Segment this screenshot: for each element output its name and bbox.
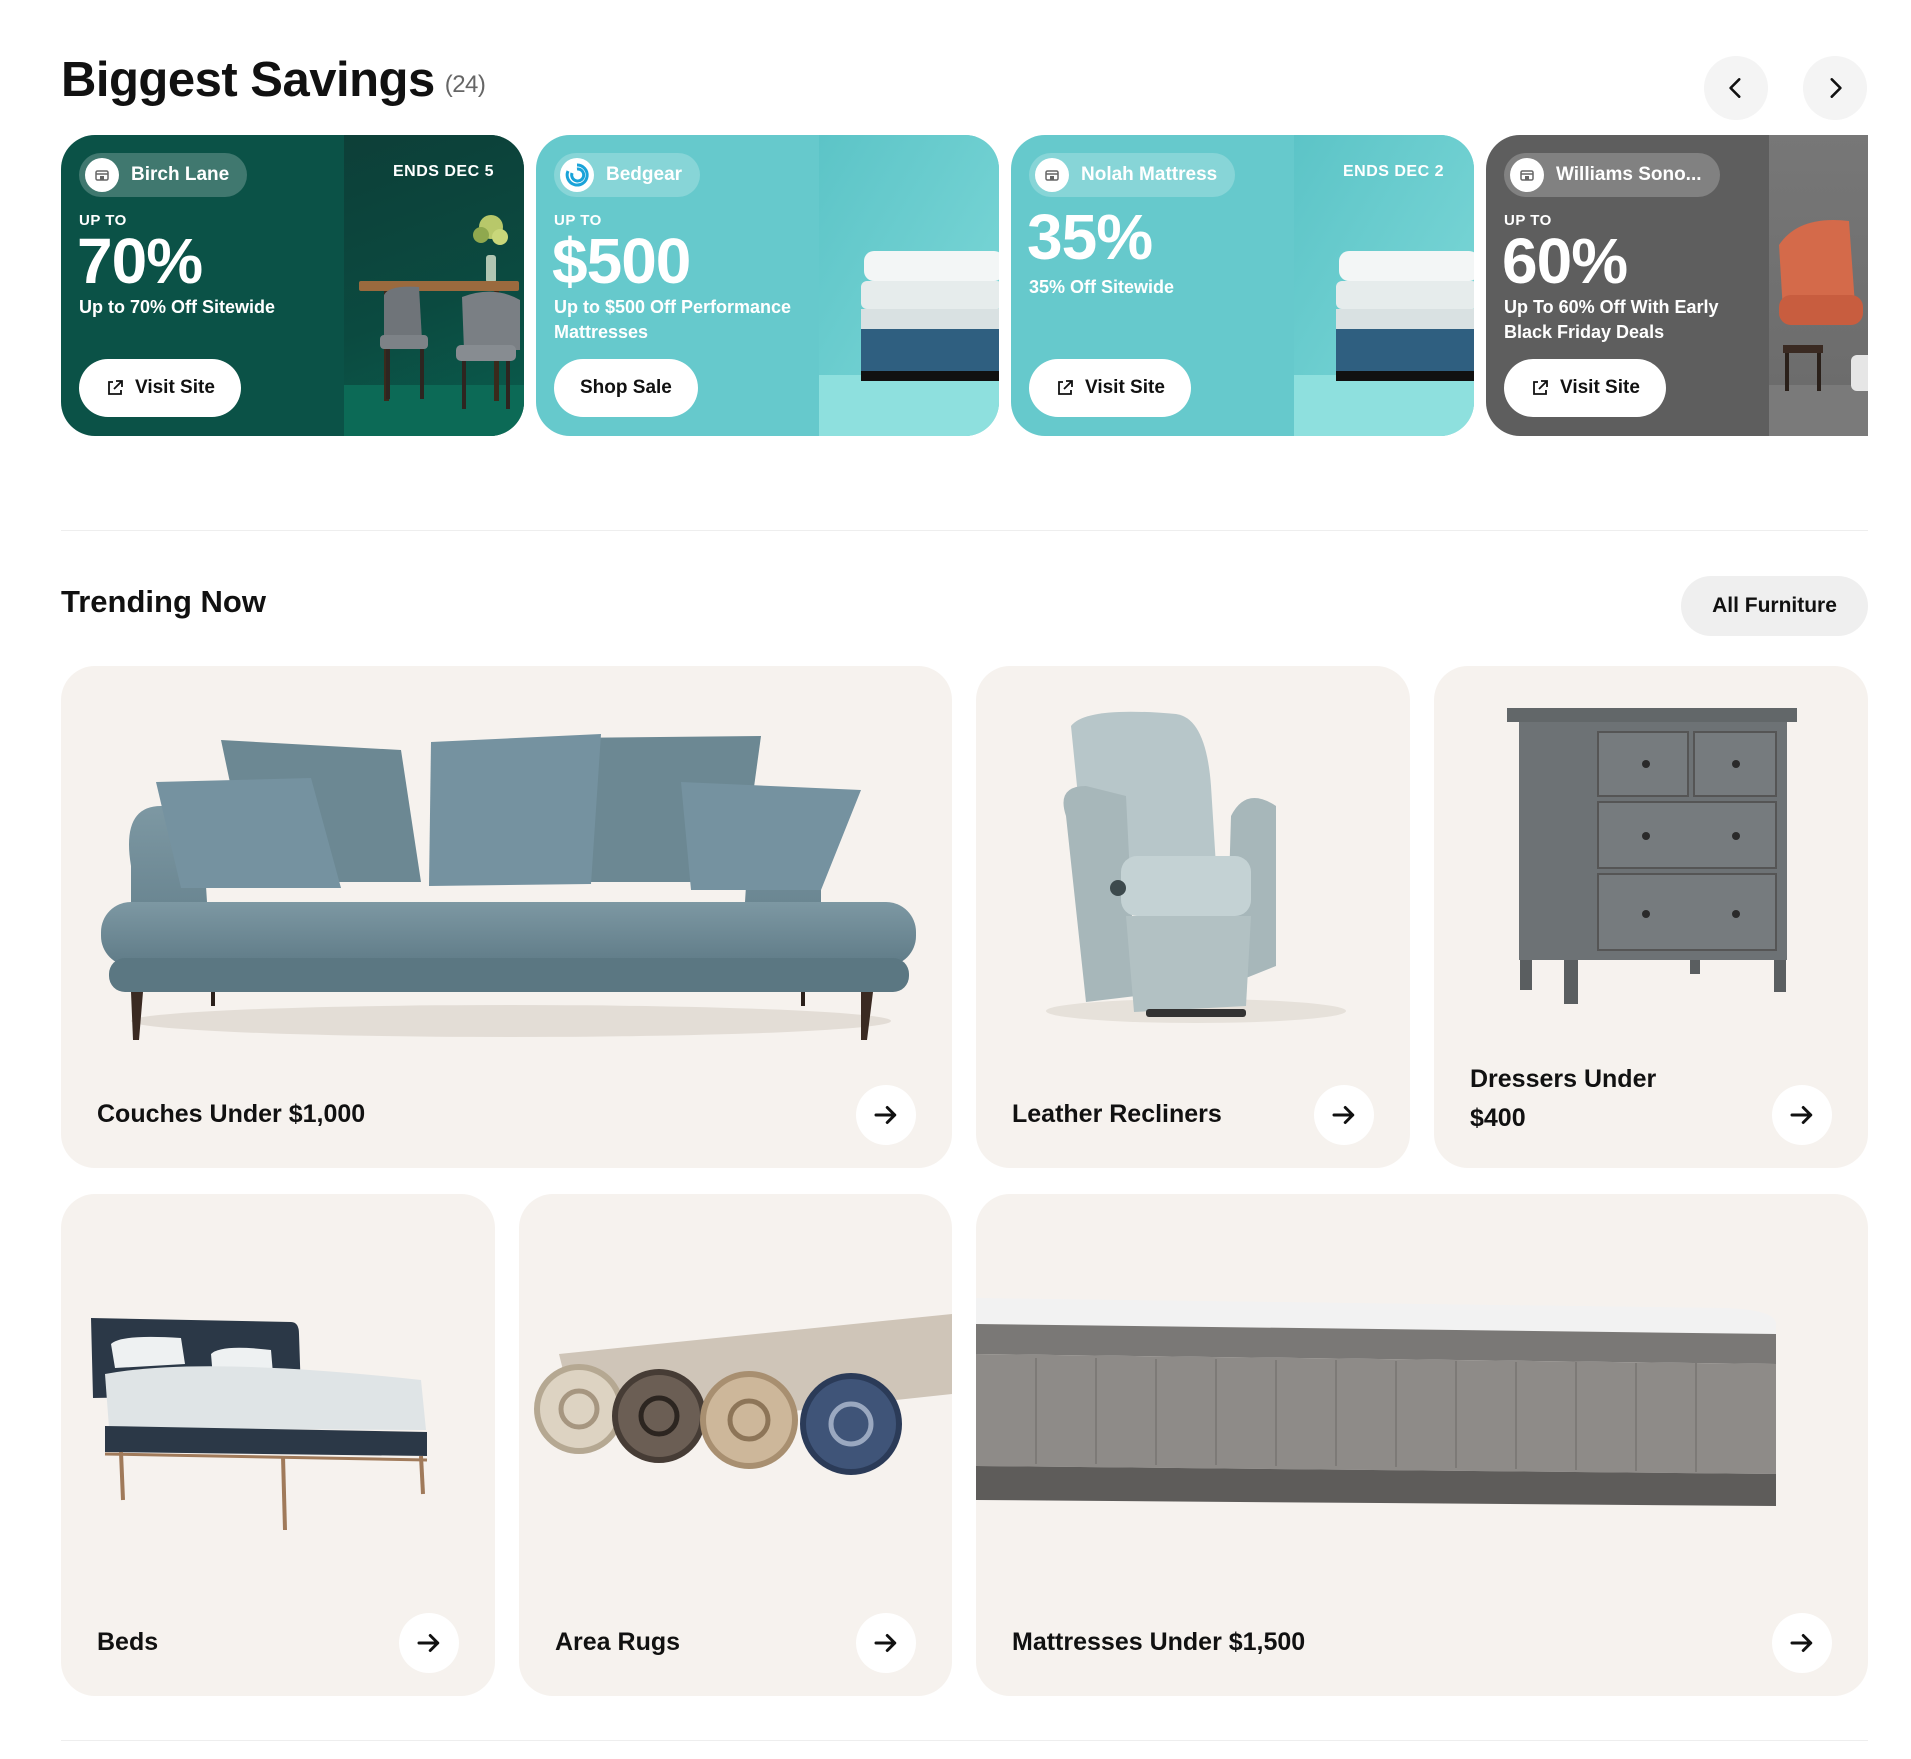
deal-amount: 60% — [1502, 225, 1628, 297]
mattress-image — [976, 1298, 1776, 1506]
deal-amount: 70% — [77, 225, 203, 297]
tile-couches[interactable]: Couches Under $1,000 — [61, 666, 952, 1168]
deal-count: (24) — [444, 71, 486, 98]
store-pill: Bedgear — [554, 153, 701, 197]
section-title-biggest-savings: Biggest Savings (24) — [61, 48, 486, 117]
arrow-right-icon — [1332, 1106, 1355, 1124]
carousel-prev-button[interactable] — [1704, 56, 1768, 120]
section-divider — [61, 530, 1868, 531]
cta-label: Visit Site — [1085, 377, 1165, 398]
cta-label: Shop Sale — [580, 377, 672, 398]
store-name: Nolah Mattress — [1081, 164, 1218, 185]
bed-image — [91, 1318, 428, 1531]
rugs-image — [534, 1314, 952, 1475]
deal-card-williams-sonoma[interactable]: Williams Sono... UP TO 60% Up To 60% Off… — [1486, 135, 1868, 436]
deal-description: Up To 60% Off With Early Black Friday De… — [1504, 297, 1719, 342]
tile-arrow-button[interactable] — [1772, 1085, 1832, 1145]
tile-label: Mattresses Under $1,500 — [1012, 1628, 1306, 1656]
chevron-left-icon — [1729, 78, 1741, 98]
all-furniture-button[interactable]: All Furniture — [1681, 576, 1868, 636]
dresser-image — [1507, 708, 1797, 1004]
deal-amount: 35% — [1027, 201, 1153, 273]
tile-mattresses[interactable]: Mattresses Under $1,500 — [976, 1194, 1868, 1696]
bedgear-logo-icon — [560, 158, 594, 192]
visit-site-button[interactable]: Visit Site — [1504, 359, 1666, 417]
arrow-right-icon — [874, 1106, 897, 1124]
section-title-text: Biggest Savings — [61, 53, 435, 107]
store-name: Birch Lane — [131, 164, 230, 185]
deal-description: 35% Off Sitewide — [1029, 277, 1175, 297]
tile-area-rugs[interactable]: Area Rugs — [519, 1194, 952, 1696]
external-link-icon — [108, 380, 123, 395]
store-icon — [1510, 158, 1544, 192]
deal-description: Up to $500 Off Performance Mattresses — [554, 297, 792, 342]
tile-label: Area Rugs — [555, 1628, 681, 1656]
chevron-right-icon — [1830, 78, 1842, 98]
cta-label: Visit Site — [135, 377, 215, 398]
store-pill: Williams Sono... — [1504, 153, 1720, 197]
store-name: Bedgear — [606, 164, 683, 185]
arrow-right-icon — [874, 1634, 897, 1652]
deal-card-bedgear[interactable]: Bedgear UP TO $500 Up to $500 Off Perfor… — [536, 135, 999, 436]
tile-label: Leather Recliners — [1012, 1100, 1222, 1128]
deal-description: Up to 70% Off Sitewide — [79, 297, 276, 317]
deal-image-armchair — [1769, 135, 1868, 436]
section-title-trending-now: Trending Now — [61, 584, 266, 619]
deal-image-mattress — [819, 135, 999, 436]
deal-card-nolah-mattress[interactable]: Nolah Mattress ENDS DEC 2 35% 35% Off Si… — [1011, 135, 1474, 436]
external-link-icon — [1058, 380, 1073, 395]
tile-arrow-button[interactable] — [399, 1613, 459, 1673]
deal-amount: $500 — [552, 225, 691, 297]
store-icon — [1035, 158, 1069, 192]
arrow-right-icon — [1790, 1634, 1813, 1652]
section-divider — [61, 1740, 1868, 1741]
store-icon — [85, 158, 119, 192]
tile-label: Couches Under $1,000 — [97, 1100, 366, 1128]
store-pill: Birch Lane — [79, 153, 248, 197]
tile-label: Dressers Under $400 — [1470, 1065, 1657, 1132]
visit-site-button[interactable]: Visit Site — [1029, 359, 1191, 417]
tile-arrow-button[interactable] — [856, 1085, 916, 1145]
tile-label: Beds — [97, 1628, 159, 1656]
cta-label: Visit Site — [1560, 377, 1640, 398]
store-name: Williams Sono... — [1556, 164, 1702, 185]
tile-leather-recliners[interactable]: Leather Recliners — [976, 666, 1410, 1168]
tile-arrow-button[interactable] — [1772, 1613, 1832, 1673]
deal-card-birch-lane[interactable]: Birch Lane ENDS DEC 5 UP TO 70% Up to 70… — [61, 135, 524, 436]
external-link-icon — [1533, 380, 1548, 395]
tile-dressers[interactable]: Dressers Under $400 — [1434, 666, 1868, 1168]
deal-ends: ENDS DEC 5 — [392, 163, 494, 180]
deals-carousel: Birch Lane ENDS DEC 5 UP TO 70% Up to 70… — [61, 135, 1868, 436]
arrow-right-icon — [417, 1634, 440, 1652]
tile-arrow-button[interactable] — [1314, 1085, 1374, 1145]
couch-image — [101, 734, 916, 1040]
carousel-next-button[interactable] — [1803, 56, 1867, 120]
deal-ends: ENDS DEC 2 — [1342, 163, 1444, 180]
arrow-right-icon — [1790, 1106, 1813, 1124]
tile-beds[interactable]: Beds — [61, 1194, 495, 1696]
store-pill: Nolah Mattress — [1029, 153, 1236, 197]
visit-site-button[interactable]: Visit Site — [79, 359, 241, 417]
tile-arrow-button[interactable] — [856, 1613, 916, 1673]
shop-sale-button[interactable]: Shop Sale — [554, 359, 698, 417]
recliner-image — [1046, 711, 1346, 1023]
